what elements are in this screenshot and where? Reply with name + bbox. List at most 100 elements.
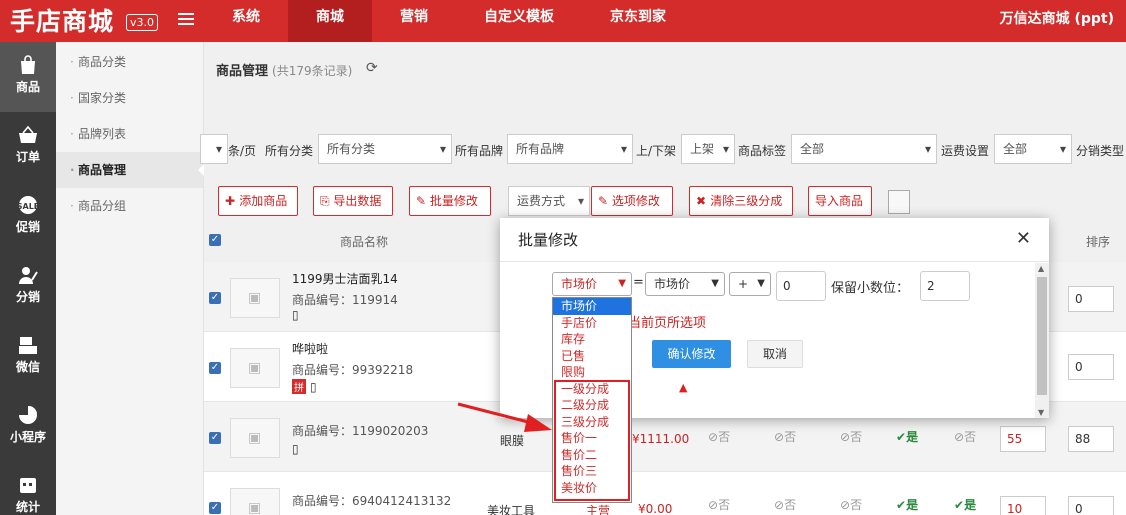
flag-no[interactable]: ⊘否 <box>774 428 796 445</box>
sidebar-item-statistics[interactable]: 统计 <box>0 462 56 515</box>
subnav-item-brands[interactable]: 品牌列表 <box>56 116 203 152</box>
subnav-item-country[interactable]: 国家分类 <box>56 80 203 116</box>
close-icon: ✖ <box>696 194 711 208</box>
source-field-select[interactable]: 市场价 ▼ <box>645 272 725 296</box>
chevron-down-icon: ▼ <box>711 278 719 289</box>
option-edit-button[interactable]: ✎ 选项修改 <box>591 186 673 216</box>
flag-yes[interactable]: ✔是 <box>896 496 918 513</box>
flag-no[interactable]: ⊘否 <box>840 496 862 513</box>
batch-edit-button[interactable]: ✎ 批量修改 <box>409 186 491 216</box>
amount-input[interactable]: 0 <box>776 271 826 301</box>
broken-image-icon <box>888 190 910 214</box>
nav-item-marketing[interactable]: 营销 <box>372 0 456 42</box>
brand-select[interactable]: 所有品牌 <box>507 134 633 164</box>
wechat-register-icon <box>19 337 37 354</box>
sort-input[interactable]: 0 <box>1068 496 1114 515</box>
scroll-down-icon[interactable]: ▼ <box>1038 408 1044 417</box>
dropdown-option[interactable]: 限购 <box>553 364 631 381</box>
shelf-select[interactable]: 上架 <box>681 134 735 164</box>
subnav-item-category[interactable]: 商品分类 <box>56 44 203 80</box>
scrollbar-thumb[interactable] <box>1037 277 1047 395</box>
product-code: 商品编号：6940412413132 <box>292 494 452 508</box>
nav-item-system[interactable]: 系统 <box>204 0 288 42</box>
dropdown-option[interactable]: 手店价 <box>553 315 631 332</box>
nav-item-mall[interactable]: 商城 <box>288 0 372 42</box>
sort-input[interactable]: 88 <box>1068 426 1114 452</box>
record-count: (共179条记录) <box>272 64 353 78</box>
clear-distribution-button[interactable]: ✖ 清除三级分成 <box>689 186 793 216</box>
close-icon[interactable]: ✕ <box>1016 230 1031 248</box>
flag-no[interactable]: ⊘否 <box>708 428 730 445</box>
confirm-button[interactable]: 确认修改 <box>652 340 731 368</box>
sidebar-label: 商品 <box>15 80 40 94</box>
product-thumbnail <box>230 278 280 318</box>
sidebar-label: 促销 <box>15 220 40 234</box>
sort-input[interactable]: 0 <box>1068 354 1114 380</box>
operator-value: + <box>738 277 749 291</box>
warning-triangle-icon: ▲ <box>679 381 688 394</box>
subnav-item-groups[interactable]: 商品分组 <box>56 188 203 224</box>
decimal-input[interactable]: 2 <box>920 271 970 301</box>
cancel-button[interactable]: 取消 <box>747 340 803 368</box>
add-goods-button[interactable]: ✚ 添加商品 <box>218 186 298 216</box>
category-select[interactable]: 所有分类 <box>318 134 452 164</box>
product-name[interactable]: 1199男士洁面乳14 <box>292 270 398 287</box>
export-data-button[interactable]: ⎘ 导出数据 <box>313 186 393 216</box>
nav-item-jd-daojia[interactable]: 京东到家 <box>582 0 694 42</box>
dropdown-option[interactable]: 市场价 <box>553 298 631 315</box>
operator-select[interactable]: + ▼ <box>729 272 771 296</box>
flag-no[interactable]: ⊘否 <box>954 428 976 445</box>
scroll-up-icon[interactable]: ▲ <box>1038 264 1044 273</box>
sidebar-item-wechat[interactable]: 微信 <box>0 322 56 392</box>
dropdown-option[interactable]: 已售 <box>553 348 631 365</box>
tag-select[interactable]: 全部 <box>791 134 937 164</box>
distribution-icon <box>19 267 38 284</box>
flag-no[interactable]: ⊘否 <box>774 496 796 513</box>
per-page-select[interactable] <box>200 134 228 164</box>
filter-bar: 条/页 所有分类 所有分类 所有品牌 所有品牌 上/下架 上架 商品标签 全部 … <box>200 134 1126 168</box>
row-checkbox[interactable]: ✓ <box>209 292 221 304</box>
nav-item-custom-template[interactable]: 自定义模板 <box>456 0 582 42</box>
modal-scrollbar[interactable]: ▲ ▼ <box>1035 263 1049 418</box>
select-all-checkbox[interactable]: ✓ <box>209 234 221 246</box>
sort-input[interactable]: 0 <box>1068 286 1114 312</box>
tablet-icon: ▯ <box>310 380 317 394</box>
product-name[interactable]: 哗啦啦 <box>292 340 328 357</box>
freight-label: 运费设置 <box>941 144 990 158</box>
account-name[interactable]: 万信达商城 (ppt) <box>1000 8 1114 28</box>
sidebar-item-orders[interactable]: 订单 <box>0 112 56 182</box>
row-checkbox[interactable]: ✓ <box>209 432 221 444</box>
annotation-highlight-box <box>554 380 630 501</box>
freight-select[interactable]: 全部 <box>994 134 1072 164</box>
sidebar-item-promotion[interactable]: SALE 促销 <box>0 182 56 252</box>
import-goods-button[interactable]: 导入商品 <box>808 186 872 216</box>
dropdown-option[interactable]: 库存 <box>553 331 631 348</box>
subnav-item-goods-management[interactable]: 商品管理 <box>56 152 204 188</box>
sidebar-item-goods[interactable]: 商品 <box>0 42 56 112</box>
source-field-value: 市场价 <box>654 277 691 291</box>
target-field-select[interactable]: 市场价 ▼ <box>552 272 632 296</box>
stock-input[interactable]: 55 <box>1000 426 1046 452</box>
sidebar-item-distribution[interactable]: 分销 <box>0 252 56 322</box>
pie-chart-icon <box>19 406 37 424</box>
stock-input[interactable]: 10 <box>1000 496 1046 515</box>
add-goods-label: 添加商品 <box>239 194 288 208</box>
page-title-text: 商品管理 <box>216 64 269 79</box>
sub-sidebar: 商品分类 国家分类 品牌列表 商品管理 商品分组 <box>56 42 204 515</box>
shelf-label: 上/下架 <box>636 144 677 158</box>
main-sidebar: 商品 订单 SALE 促销 分销 微信 小程序 统计 <box>0 42 56 515</box>
sidebar-label: 微信 <box>15 360 40 374</box>
sidebar-item-miniprogram[interactable]: 小程序 <box>0 392 56 462</box>
row-checkbox[interactable]: ✓ <box>209 362 221 374</box>
refresh-icon[interactable]: ⟳ <box>366 60 378 76</box>
flag-no[interactable]: ⊘否 <box>840 428 862 445</box>
flag-yes[interactable]: ✔是 <box>954 496 976 513</box>
menu-toggle-icon[interactable] <box>178 13 194 27</box>
promo-badge-icon: SALE <box>17 196 39 214</box>
flag-no[interactable]: ⊘否 <box>708 496 730 513</box>
row-checkbox[interactable]: ✓ <box>209 502 221 514</box>
freight-method-select[interactable]: 运费方式 <box>508 186 590 216</box>
top-nav: 系统 商城 营销 自定义模板 京东到家 <box>204 0 694 42</box>
equals-sign: = <box>633 275 644 290</box>
flag-yes[interactable]: ✔是 <box>896 428 918 445</box>
